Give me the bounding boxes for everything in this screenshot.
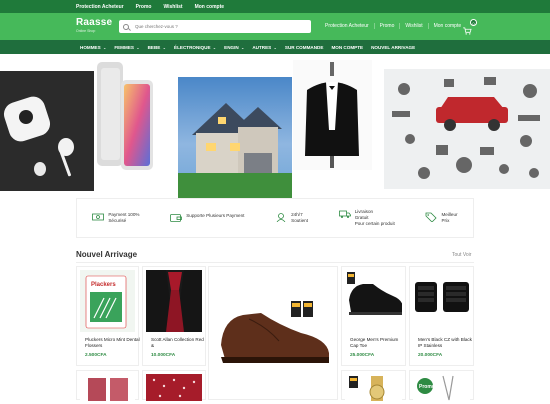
features-bar: Payment 100% Sécurisé Supporte Plusieurs … — [76, 198, 474, 238]
support-icon — [276, 213, 286, 222]
product-image-tie — [146, 270, 202, 332]
section-title: Nouvel Arrivage — [76, 250, 138, 259]
nav-item-engin[interactable]: ENGIN ⌄ — [220, 45, 248, 50]
logo-name: Raasse — [76, 17, 113, 28]
feature-multi-payment: Supporte Plusieurs Payment — [170, 213, 244, 223]
product-image-tie-pink — [80, 374, 135, 401]
search-bar — [119, 20, 311, 33]
product-card[interactable]: Scott Allan Collection Red & 10.000CFA — [142, 266, 206, 366]
cart-button[interactable]: 0 — [463, 19, 477, 35]
cart-icon — [463, 27, 472, 35]
topbar-link-account[interactable]: Mon compte — [195, 4, 224, 10]
product-price: 25.000CFA — [350, 353, 375, 358]
topbar-link-wishlist[interactable]: Wishlist — [163, 4, 182, 10]
chevron-down-icon: ⌄ — [162, 44, 167, 50]
feature-payment-secure: Payment 100% Sécurisé — [92, 212, 140, 224]
tag-icon — [426, 212, 438, 222]
product-image-dotted-tie — [146, 374, 202, 401]
view-all-link[interactable]: Tout Voir — [452, 252, 471, 258]
topbar-link-protection[interactable]: Protection Acheteur — [76, 4, 124, 10]
wallet-icon — [170, 214, 183, 222]
product-card[interactable] — [142, 370, 206, 401]
nav-item-sur-commande[interactable]: SUR COMMANDE — [281, 45, 328, 50]
search-icon[interactable] — [123, 23, 129, 30]
chevron-down-icon: ⌄ — [102, 44, 107, 50]
product-title[interactable]: George Men's Premium Cap Toe — [350, 337, 406, 349]
product-image-watch — [345, 374, 402, 401]
category-banner — [0, 56, 550, 201]
money-icon — [92, 213, 105, 221]
nav-item-nouvel-arrivage[interactable]: NOUVEL ARRIVAGE — [367, 45, 419, 50]
product-price: 2.500CFA — [85, 353, 107, 358]
product-card[interactable]: Plackers Pluckers Micro Mint Dental Flos… — [76, 266, 141, 366]
product-card[interactable]: Promo — [409, 370, 474, 401]
product-price: 20.000CFA — [418, 353, 443, 358]
suit-image[interactable] — [293, 60, 372, 170]
product-image-jewelry — [413, 270, 470, 332]
header: Raasse Online Shop Protection Acheteur P… — [0, 13, 550, 40]
phone-image[interactable] — [95, 58, 157, 173]
section-divider — [76, 262, 474, 263]
nav-item-femmes[interactable]: FEMMES ⌄ — [110, 45, 143, 50]
product-card[interactable] — [76, 370, 139, 401]
nav-item-mon-compte[interactable]: MON COMPTE — [327, 45, 367, 50]
feature-support: 24h/7 Soutient — [275, 212, 308, 224]
product-title[interactable]: Scott Allan Collection Red & — [151, 337, 207, 349]
chevron-down-icon: ⌄ — [136, 44, 140, 50]
header-link-account[interactable]: Mon compte — [427, 23, 467, 29]
product-image-chain: Promo — [413, 374, 470, 401]
chevron-down-icon: ⌄ — [212, 44, 217, 50]
product-card[interactable] — [341, 370, 406, 401]
header-link-promo[interactable]: Promo — [373, 23, 400, 29]
chevron-down-icon: ⌄ — [273, 44, 277, 50]
product-title[interactable]: Pluckers Micro Mint Dental Flossers — [85, 337, 141, 349]
product-price: 10.000CFA — [151, 353, 176, 358]
topbar-link-promo[interactable]: Promo — [136, 4, 152, 10]
feature-best-price: Meilleur Prix — [425, 212, 458, 224]
svg-text:Plackers: Plackers — [91, 282, 116, 288]
header-links: Protection Acheteur Promo Wishlist Mon c… — [320, 23, 466, 29]
nav-item-autres[interactable]: AUTRES ⌄ — [248, 45, 281, 50]
truck-icon — [338, 210, 351, 218]
main-nav: HOMMES ⌄ FEMMES ⌄ BEBE ⌄ ÉLECTRONIQUE ⌄ … — [0, 40, 550, 54]
logo-tagline: Online Shop — [76, 29, 96, 33]
top-bar: Protection Acheteur Promo Wishlist Mon c… — [0, 0, 550, 13]
promo-badge: Promo — [419, 384, 435, 390]
earbuds-image[interactable] — [0, 71, 94, 191]
product-image-shoe-black — [345, 270, 402, 332]
nav-item-bebe[interactable]: BEBE ⌄ — [144, 45, 170, 50]
feature-delivery: Livraison Gratuit Pour certain produit — [338, 209, 395, 227]
search-input[interactable] — [135, 24, 305, 29]
featured-product-shoe[interactable] — [208, 266, 338, 400]
product-card[interactable]: George Men's Premium Cap Toe 25.000CFA — [341, 266, 406, 366]
header-link-protection[interactable]: Protection Acheteur — [320, 23, 374, 29]
product-title[interactable]: Men's Black CZ with Black IP Stainless — [418, 337, 474, 349]
cart-count-badge: 0 — [470, 19, 477, 26]
house-image[interactable] — [178, 77, 292, 199]
nav-item-electronique[interactable]: ÉLECTRONIQUE ⌄ — [170, 45, 220, 50]
product-image-flossers: Plackers — [80, 270, 135, 332]
product-card[interactable]: Men's Black CZ with Black IP Stainless 2… — [409, 266, 474, 366]
nav-item-hommes[interactable]: HOMMES ⌄ — [76, 45, 110, 50]
header-link-wishlist[interactable]: Wishlist — [399, 23, 427, 29]
logo[interactable]: Raasse Online Shop — [76, 17, 112, 33]
car-parts-image[interactable] — [384, 69, 550, 189]
chevron-down-icon: ⌄ — [241, 44, 245, 50]
product-image-shoe — [221, 301, 329, 363]
